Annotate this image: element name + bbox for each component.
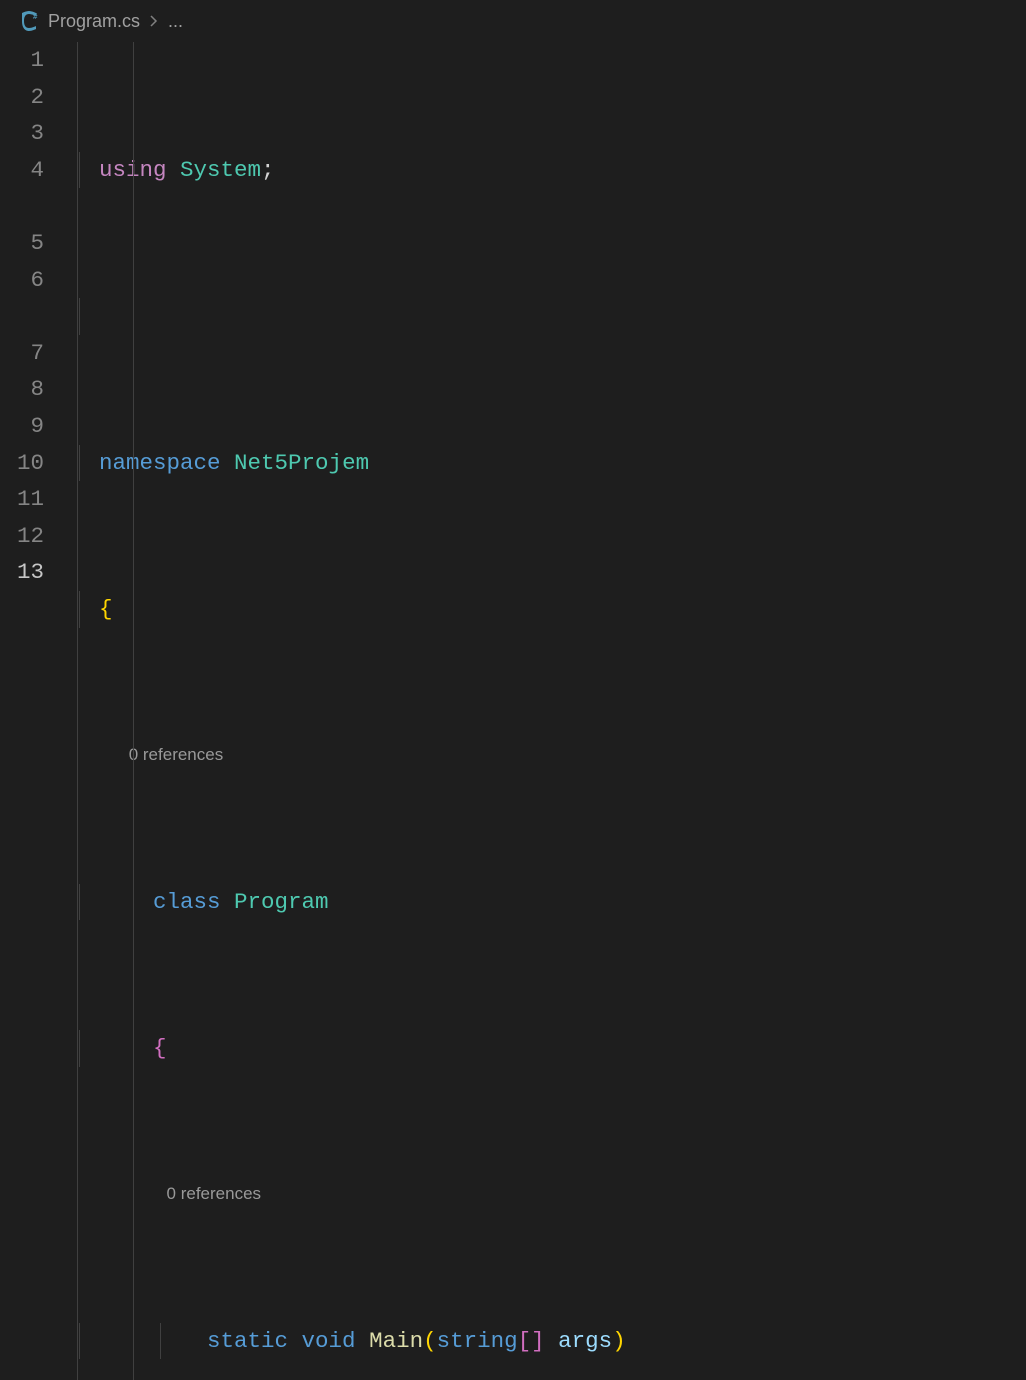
bracket: [: [518, 1328, 532, 1354]
breadcrumb-tail[interactable]: ...: [168, 11, 183, 32]
codelens-references[interactable]: 0 references: [72, 737, 1026, 774]
chevron-right-icon: [148, 11, 160, 32]
line-number: 7: [0, 335, 44, 372]
line-number: 1: [0, 42, 44, 79]
keyword: namespace: [99, 450, 221, 476]
svg-text:#: #: [33, 12, 38, 21]
line-number: 2: [0, 79, 44, 116]
method-name: Main: [369, 1328, 423, 1354]
namespace-name: Net5Projem: [234, 450, 369, 476]
line-number: 6: [0, 262, 44, 299]
paren: ): [612, 1328, 626, 1354]
code-area[interactable]: using System; namespace Net5Projem { 0 r…: [72, 42, 1026, 1380]
breadcrumb-file[interactable]: Program.cs: [48, 11, 140, 32]
code-line[interactable]: {: [72, 591, 1026, 628]
line-number: 3: [0, 115, 44, 152]
code-line[interactable]: static void Main(string[] args): [72, 1323, 1026, 1360]
brace: {: [153, 1035, 167, 1061]
namespace-name: System: [180, 157, 261, 183]
code-line[interactable]: class Program: [72, 884, 1026, 921]
brace: {: [99, 596, 113, 622]
line-number: 8: [0, 371, 44, 408]
keyword: class: [153, 889, 221, 915]
code-line[interactable]: using System;: [72, 152, 1026, 189]
line-number: 5: [0, 225, 44, 262]
line-number: 9: [0, 408, 44, 445]
line-number: 4: [0, 152, 44, 189]
paren: (: [423, 1328, 437, 1354]
csharp-file-icon: #: [18, 10, 40, 32]
code-line[interactable]: namespace Net5Projem: [72, 445, 1026, 482]
keyword: static: [207, 1328, 288, 1354]
punct: ;: [261, 157, 275, 183]
codelens-references[interactable]: 0 references: [72, 1176, 1026, 1213]
code-line[interactable]: {: [72, 1030, 1026, 1067]
bracket: ]: [531, 1328, 545, 1354]
keyword: string: [437, 1328, 518, 1354]
line-number: 10: [0, 445, 44, 482]
parameter: args: [558, 1328, 612, 1354]
line-number: 11: [0, 481, 44, 518]
code-line[interactable]: [72, 298, 1026, 335]
keyword: void: [302, 1328, 356, 1354]
class-name: Program: [234, 889, 329, 915]
breadcrumb[interactable]: # Program.cs ...: [0, 0, 1026, 42]
code-editor[interactable]: 1 2 3 4 5 6 7 8 9 10 11 12 13 using Syst…: [0, 42, 1026, 1380]
line-number: 13: [0, 554, 44, 591]
line-number: 12: [0, 518, 44, 555]
line-number-gutter: 1 2 3 4 5 6 7 8 9 10 11 12 13: [0, 42, 72, 1380]
